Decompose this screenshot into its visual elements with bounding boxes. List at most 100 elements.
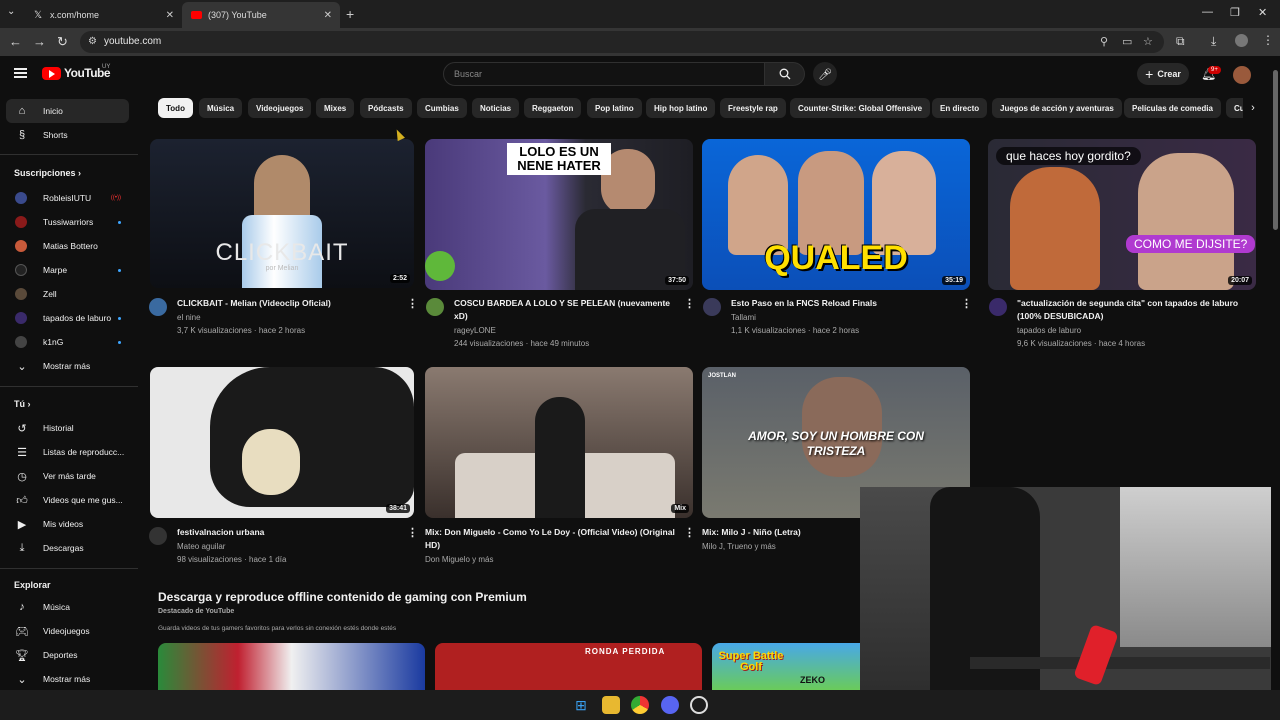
premium-thumbnail[interactable] [158,643,425,690]
chip[interactable]: Películas de comedia [1124,98,1221,118]
video-title[interactable]: CLICKBAIT - Melian (Videoclip Oficial) [177,297,402,310]
sidebar-sub-item[interactable]: Zell [6,282,129,306]
chevron-right-icon[interactable]: › [1243,98,1263,118]
minimize-icon[interactable]: — [1202,6,1213,18]
video-title[interactable]: festivalnacion urbana [177,526,402,539]
tab-search-icon[interactable]: ⌄ [7,6,15,17]
chip[interactable]: Pop latino [587,98,642,118]
sidebar-item-inicio[interactable]: ⌂ Inicio [6,99,129,123]
more-options-icon[interactable]: ⋮ [684,526,695,539]
sidebar-item-sports[interactable]: 🏆︎ Deportes [6,643,129,667]
extensions-icon[interactable]: ⧉ [1176,34,1185,49]
menu-icon[interactable] [14,68,27,78]
video-thumbnail[interactable]: Mix [425,367,693,518]
chip[interactable]: Cumbias [417,98,467,118]
bookmark-star-icon[interactable]: ☆ [1143,35,1153,48]
video-title[interactable]: "actualización de segunda cita" con tapa… [1017,297,1242,323]
chip[interactable]: Reggaeton [524,98,582,118]
sidebar-sub-item[interactable]: Tussiwarriors [6,210,129,234]
video-thumbnail[interactable]: CLICKBAIT por Melian 2:52 [150,139,414,288]
chip[interactable]: Todo [158,98,193,118]
channel-avatar[interactable] [426,298,444,316]
video-thumbnail[interactable]: que haces hoy gordito? COMO ME DIJSITE? … [988,139,1256,290]
video-thumbnail[interactable]: QUALED 35:19 [702,139,970,290]
maximize-icon[interactable]: ❐ [1230,6,1240,19]
more-options-icon[interactable]: ⋮ [407,297,418,310]
video-title[interactable]: Esto Paso en la FNCS Reload Finals [731,297,956,310]
sidebar-sub-item[interactable]: k1nG [6,330,129,354]
sidebar-item-playlists[interactable]: ☰ Listas de reproducc... [6,440,129,464]
channel-name[interactable]: el nine [177,311,201,324]
chip[interactable]: Freestyle rap [720,98,786,118]
chip[interactable]: Counter-Strike: Global Offensive [790,98,931,118]
channel-name[interactable]: Milo J, Trueno y más [702,540,776,553]
chip[interactable]: Pódcasts [360,98,412,118]
chip[interactable]: Música [199,98,243,118]
chrome-icon[interactable] [631,696,649,714]
sidebar-show-more[interactable]: ⌄ Mostrar más [6,354,129,378]
channel-name[interactable]: Tallami [731,311,756,324]
premium-thumbnail[interactable]: Super Battle Golf ZEKO [712,643,860,690]
sidebar-item-gaming[interactable]: 🎮︎ Videojuegos [6,619,129,643]
search-input[interactable]: Buscar [443,62,765,86]
sidebar-sub-item[interactable]: Marpe [6,258,129,282]
chip[interactable]: Videojuegos [248,98,312,118]
tab-youtube[interactable]: (307) YouTube ✕ [182,2,340,28]
sidebar-item-my-videos[interactable]: ▶ Mis videos [6,512,129,536]
more-options-icon[interactable]: ⋮ [961,297,972,310]
search-button[interactable] [765,62,805,86]
browser-menu-icon[interactable]: ⋮ [1262,33,1274,47]
youtube-logo[interactable]: YouTube UY [42,64,111,80]
more-options-icon[interactable]: ⋮ [407,526,418,539]
chip[interactable]: En directo [932,98,988,118]
sidebar-item-downloads[interactable]: ⤓ Descargas [6,536,129,560]
sidebar-item-music[interactable]: ♪ Música [6,595,129,619]
video-thumbnail[interactable]: 38:41 [150,367,414,518]
more-options-icon[interactable]: ⋮ [684,297,695,310]
address-bar[interactable]: ⚙ youtube.com ⚲ ▭ ☆ [80,31,1164,53]
new-tab-icon[interactable]: + [346,6,354,22]
site-info-icon[interactable]: ⚙ [88,36,97,47]
forward-icon[interactable]: → [33,35,46,49]
window-close-icon[interactable]: ✕ [1258,6,1267,19]
sidebar-explore-show-more[interactable]: ⌄ Mostrar más [6,667,129,691]
windows-start-icon[interactable]: ⊞ [572,696,590,714]
file-explorer-icon[interactable] [602,696,620,714]
scrollbar-thumb[interactable] [1273,70,1278,230]
you-heading[interactable]: Tú › [14,399,31,409]
account-avatar[interactable] [1233,66,1251,84]
chip[interactable]: Noticias [472,98,520,118]
download-icon[interactable]: ⤓ [1211,34,1216,49]
create-button[interactable]: + Crear [1137,63,1189,85]
page-scrollbar[interactable] [1271,56,1280,690]
subscriptions-heading[interactable]: Suscripciones › [14,168,81,178]
channel-avatar[interactable] [989,298,1007,316]
discord-icon[interactable] [661,696,679,714]
sidebar-item-historial[interactable]: ↺ Historial [6,416,129,440]
premium-thumbnail[interactable]: RONDA PERDIDA [435,643,702,690]
channel-name[interactable]: Don Miguelo y más [425,553,493,566]
sidebar-item-liked[interactable]: 👍︎ Videos que me gus... [6,488,129,512]
sidebar-sub-item[interactable]: Matias Bottero [6,234,129,258]
tab-x[interactable]: 𝕏 x.com/home ✕ [24,2,182,28]
close-icon[interactable]: ✕ [324,10,332,21]
channel-name[interactable]: rageyLONE [454,324,496,337]
profile-avatar[interactable] [1235,34,1248,47]
channel-avatar[interactable] [149,527,167,545]
sidebar-item-watch-later[interactable]: ◷ Ver más tarde [6,464,129,488]
channel-avatar[interactable] [149,298,167,316]
app-icon[interactable] [690,696,708,714]
channel-name[interactable]: Mateo aguilar [177,540,225,553]
video-title[interactable]: COSCU BARDEA A LOLO Y SE PELEAN (nuevame… [454,297,679,323]
cast-icon[interactable]: ▭ [1122,35,1132,48]
channel-avatar[interactable] [703,298,721,316]
video-title[interactable]: Mix: Milo J - Niño (Letra) [702,526,852,539]
chip[interactable]: Mixes [316,98,355,118]
voice-search-button[interactable]: 🎤︎ [813,62,837,86]
sidebar-item-shorts[interactable]: § Shorts [6,123,129,147]
video-thumbnail[interactable]: LOLO ES UN NENE HATER 37:50 [425,139,693,290]
reload-icon[interactable]: ↻ [57,35,68,49]
zoom-icon[interactable]: ⚲ [1100,35,1108,48]
chip[interactable]: Juegos de acción y aventuras [992,98,1122,118]
chip[interactable]: Hip hop latino [646,98,716,118]
